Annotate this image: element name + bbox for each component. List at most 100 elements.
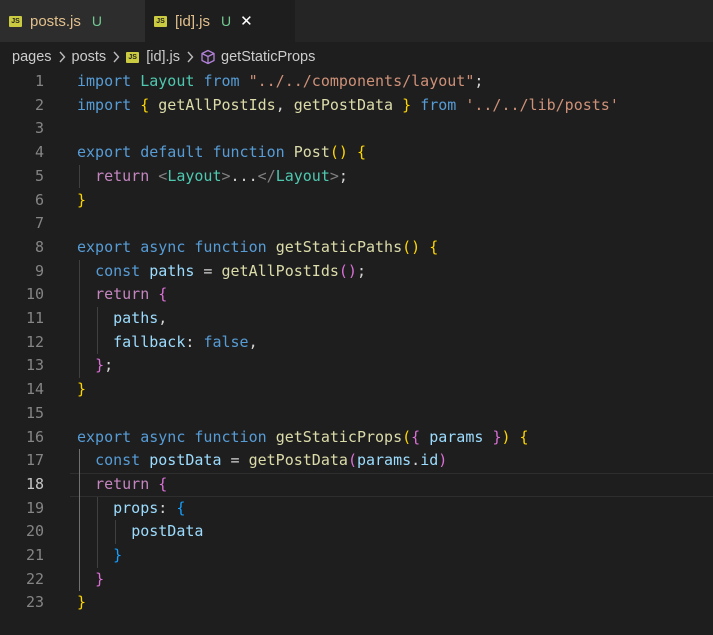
chevron-right-icon <box>58 51 66 63</box>
code-text: export default function Post() { <box>77 141 366 165</box>
line-number: 19 <box>25 498 44 517</box>
code-token: Layout <box>167 166 222 185</box>
code-token: } <box>402 95 412 114</box>
line-number: 5 <box>34 166 44 185</box>
indent-guide <box>79 259 80 379</box>
code-line[interactable]: 23} <box>0 591 713 615</box>
code-line[interactable]: 1 import Layout from "../../components/la… <box>0 70 713 94</box>
code-token: ; <box>104 356 114 375</box>
code-line[interactable]: 16 export async function getStaticProps({… <box>0 426 713 450</box>
code-token: id <box>420 451 439 470</box>
js-file-icon: JS <box>126 51 140 63</box>
code-token: function <box>194 237 267 256</box>
line-number: 6 <box>34 190 44 209</box>
code-line[interactable]: 18 return { <box>0 472 713 497</box>
line-number: 15 <box>25 403 44 422</box>
code-line[interactable]: 2 import { getAllPostIds, getPostData } f… <box>0 94 713 118</box>
code-token: params <box>356 451 412 470</box>
code-token: async <box>140 237 186 256</box>
code-line[interactable]: 4 export default function Post() { <box>0 141 713 165</box>
code-token: Post <box>293 143 330 162</box>
code-token: = <box>194 261 222 280</box>
code-token: getStaticPaths <box>275 237 403 256</box>
code-token: , <box>158 309 168 327</box>
code-token: ( <box>347 451 357 470</box>
code-token: fallback <box>113 332 186 351</box>
tab-label: [id].js <box>175 12 211 30</box>
code-line[interactable]: 7 <box>0 212 713 236</box>
code-line[interactable]: 15 <box>0 402 713 426</box>
code-line[interactable]: 14} <box>0 378 713 402</box>
code-token: async <box>140 427 186 446</box>
code-line[interactable]: 17 const postData = getPostData(params.i… <box>0 449 713 473</box>
code-token: false <box>203 332 249 351</box>
code-line[interactable]: 9 const paths = getAllPostIds(); <box>0 260 713 284</box>
line-number: 4 <box>34 143 44 162</box>
code-line[interactable]: 6} <box>0 189 713 213</box>
code-token: < <box>158 166 168 185</box>
code-token: const <box>95 261 141 280</box>
code-token: import <box>77 72 132 90</box>
line-number: 8 <box>34 237 44 256</box>
code-line[interactable]: 8 export async function getStaticPaths() … <box>0 236 713 260</box>
code-text: import Layout from "../../components/lay… <box>77 70 483 94</box>
line-number: 21 <box>25 546 44 564</box>
line-number: 10 <box>25 285 44 304</box>
line-number: 17 <box>25 451 44 470</box>
code-token: } <box>77 380 87 399</box>
code-token: postData <box>149 451 222 470</box>
code-line[interactable]: 12 fallback: false, <box>0 331 713 355</box>
code-token: () <box>338 261 357 280</box>
chevron-right-icon <box>112 51 120 63</box>
js-file-icon: JS <box>9 15 22 27</box>
code-token: paths <box>149 261 195 280</box>
code-token: return <box>95 474 150 493</box>
code-token: > <box>329 166 339 185</box>
code-line[interactable]: 5 return <Layout>...</Layout>; <box>0 165 713 189</box>
code-line[interactable]: 22 } <box>0 568 713 592</box>
code-token: default <box>140 143 204 162</box>
line-number: 22 <box>25 569 44 588</box>
code-line[interactable]: 3 <box>0 117 713 141</box>
code-line[interactable]: 11 paths, <box>0 307 713 331</box>
code-token: getStaticProps <box>275 427 403 446</box>
code-token: import <box>77 95 132 114</box>
breadcrumb-file[interactable]: [id].js <box>146 49 180 65</box>
breadcrumb-pages[interactable]: pages <box>12 49 52 65</box>
tab-id-js[interactable]: JS [id].js U ✕ <box>145 0 295 42</box>
code-token: } <box>95 356 105 375</box>
code-token: getAllPostIds <box>221 261 339 280</box>
code-line[interactable]: 13 }; <box>0 354 713 378</box>
close-icon[interactable]: ✕ <box>240 12 253 30</box>
code-token: ... <box>230 166 258 185</box>
code-line[interactable]: 10 return { <box>0 283 713 307</box>
tab-posts-js[interactable]: JS posts.js U <box>0 0 145 42</box>
code-token: ; <box>338 166 348 185</box>
code-token: getAllPostIds <box>158 95 276 114</box>
code-token: ; <box>474 72 484 90</box>
breadcrumb-symbol[interactable]: getStaticProps <box>221 49 315 65</box>
code-token: </ <box>257 166 276 185</box>
code-text: } <box>77 378 86 402</box>
code-line[interactable]: 21 } <box>0 544 713 568</box>
code-line[interactable]: 19 props: { <box>0 497 713 521</box>
code-token: ) <box>438 451 448 470</box>
indent-guide <box>79 449 80 592</box>
code-editor[interactable]: 1 import Layout from "../../components/la… <box>0 70 713 635</box>
code-token: { <box>356 143 366 162</box>
code-line[interactable]: 20 postData <box>0 520 713 544</box>
breadcrumb-posts[interactable]: posts <box>72 49 107 65</box>
code-token: { <box>158 285 168 304</box>
tab-label: posts.js <box>30 12 81 30</box>
